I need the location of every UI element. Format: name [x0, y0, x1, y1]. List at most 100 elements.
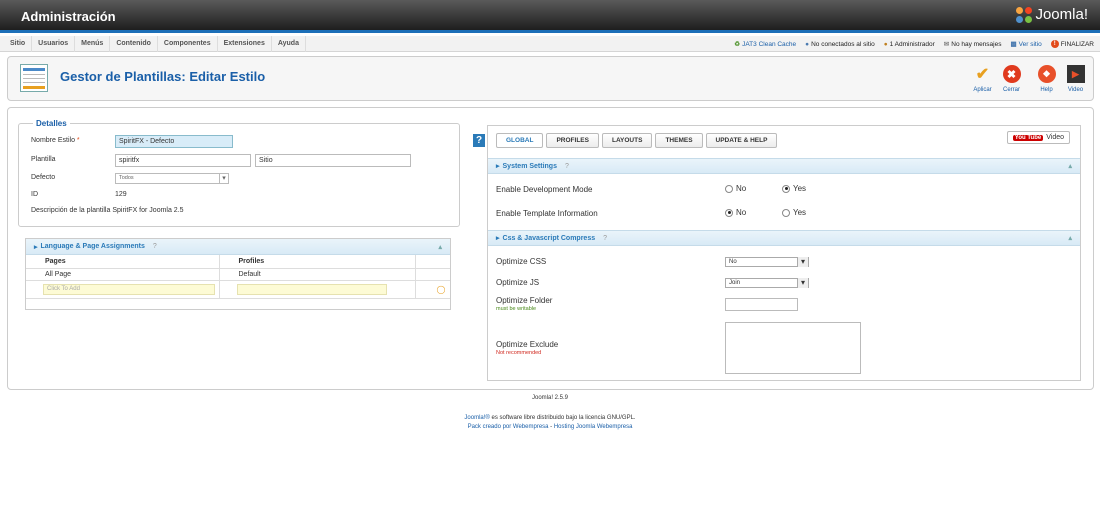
- joomla-logo[interactable]: Joomla!: [1016, 6, 1088, 23]
- id-value: 129: [115, 191, 127, 198]
- table-row: All Page Default: [26, 268, 450, 281]
- help-icon[interactable]: ?: [565, 163, 569, 170]
- template-input[interactable]: spiritfx: [115, 154, 251, 167]
- collapse-icon[interactable]: ▴: [1068, 162, 1072, 170]
- template-info-no[interactable]: No: [725, 208, 746, 217]
- column-header-actions: [415, 255, 450, 269]
- assignments-header[interactable]: ▸ Language & Page Assignments ? ▴: [26, 239, 450, 255]
- webempresa-pack-link[interactable]: Pack creado por Webempresa: [468, 424, 549, 430]
- help-question-button[interactable]: ?: [473, 134, 485, 147]
- caret-right-icon: ▸: [496, 163, 500, 170]
- help-icon[interactable]: ?: [153, 243, 157, 250]
- radio-icon: [782, 208, 790, 217]
- video-button[interactable]: ▶ Video: [1062, 62, 1089, 98]
- tab-themes[interactable]: THEMES: [655, 133, 703, 148]
- admin-header: Administración Joomla!: [0, 0, 1100, 33]
- table-header-row: Pages Profiles: [26, 255, 450, 269]
- optimize-js-select[interactable]: Join: [725, 278, 809, 288]
- dev-mode-yes[interactable]: Yes: [782, 184, 806, 193]
- assignments-title: Language & Page Assignments: [40, 243, 145, 250]
- menu-item-contenido[interactable]: Contenido: [110, 36, 158, 52]
- status-bar: ♻ JAT3 Clean Cache ● No conectados al siti…: [734, 36, 1094, 52]
- monitor-icon: ▩: [1010, 41, 1017, 48]
- main-menu: Sitio Usuarios Menús Contenido Component…: [4, 36, 306, 52]
- template-info-yes[interactable]: Yes: [782, 208, 806, 217]
- style-name-label: Nombre Estilo *: [31, 137, 80, 144]
- description-row: Descripción de la plantilla SpiritFX for…: [31, 207, 331, 214]
- required-mark: *: [76, 137, 80, 144]
- youtube-logo: You Tube: [1012, 134, 1044, 141]
- template-label: Plantilla: [31, 156, 56, 163]
- checkmark-icon: ✔: [975, 66, 990, 83]
- power-icon: !: [1050, 40, 1059, 48]
- collapse-icon[interactable]: ▴: [438, 243, 442, 251]
- admin-icon: ●: [883, 40, 888, 48]
- caret-right-icon: ▸: [34, 243, 38, 251]
- optimize-css-select[interactable]: No: [725, 257, 809, 267]
- page-toolbar: Gestor de Plantillas: Editar Estilo ✔ Ap…: [7, 56, 1094, 101]
- menu-item-menus[interactable]: Menús: [75, 36, 111, 52]
- tab-profiles[interactable]: PROFILES: [546, 133, 599, 148]
- collapse-icon[interactable]: ▴: [1068, 234, 1072, 242]
- help-icon[interactable]: ?: [603, 235, 607, 242]
- tab-global[interactable]: GLOBAL: [496, 133, 544, 148]
- system-settings-title: System Settings: [502, 162, 557, 170]
- template-client-input[interactable]: Sitio: [255, 154, 411, 167]
- youtube-video-button[interactable]: You Tube Video: [1006, 131, 1070, 144]
- add-profile-select[interactable]: [236, 283, 387, 295]
- optimize-js-label: Optimize JS: [496, 278, 540, 287]
- chevron-down-icon: ▾: [219, 174, 228, 183]
- folder-note: must be writable: [496, 306, 537, 312]
- messages-status[interactable]: ✉ No hay mensajes: [944, 40, 1002, 49]
- joomla-logo-icon: [1016, 6, 1033, 23]
- help-button[interactable]: ❖ Help: [1033, 62, 1060, 98]
- menu-item-componentes[interactable]: Componentes: [158, 36, 218, 52]
- logout-link[interactable]: ! FINALIZAR: [1050, 40, 1094, 48]
- template-manager-icon: [20, 64, 48, 92]
- caret-right-icon: ▸: [496, 235, 500, 242]
- add-row-icon[interactable]: ◯: [437, 285, 446, 294]
- menu-item-sitio[interactable]: Sitio: [4, 36, 33, 52]
- system-settings-section: ▸ System Settings ? ▴ Enable Development…: [488, 158, 1080, 230]
- default-select[interactable]: Todos ▾: [115, 173, 229, 184]
- menu-item-usuarios[interactable]: Usuarios: [32, 36, 76, 52]
- apply-button[interactable]: ✔ Aplicar: [969, 62, 996, 98]
- tab-update-help[interactable]: UPDATE & HELP: [705, 133, 778, 148]
- dev-mode-label: Enable Development Mode: [496, 185, 593, 194]
- params-tabs: GLOBAL PROFILES LAYOUTS THEMES UPDATE & …: [496, 133, 778, 148]
- toolbar-buttons: ✔ Aplicar ✖ Cerrar ❖ Help ▶ Video: [969, 62, 1089, 98]
- joomla-link[interactable]: Joomla!®: [464, 415, 489, 421]
- id-label: ID: [31, 191, 38, 198]
- users-icon: ●: [805, 40, 810, 48]
- template-params-panel: GLOBAL PROFILES LAYOUTS THEMES UPDATE & …: [487, 125, 1081, 381]
- radio-icon: [725, 184, 733, 193]
- dev-mode-no[interactable]: No: [725, 184, 746, 193]
- row-page: All Page: [26, 268, 220, 281]
- optimize-folder-input[interactable]: [725, 298, 798, 311]
- style-name-input[interactable]: SpiritFX - Defecto: [115, 135, 233, 148]
- add-page-input[interactable]: Click To Add: [43, 283, 215, 295]
- column-header-pages: Pages: [26, 255, 220, 269]
- system-settings-header[interactable]: ▸ System Settings ? ▴: [488, 158, 1080, 174]
- joomla-logo-text: Joomla!: [1035, 6, 1088, 23]
- view-site-link[interactable]: ▩ Ver sitio: [1010, 40, 1041, 49]
- menu-item-extensiones[interactable]: Extensiones: [218, 36, 272, 52]
- clean-cache-link[interactable]: ♻ JAT3 Clean Cache: [734, 40, 796, 49]
- assignments-panel: ▸ Language & Page Assignments ? ▴ Pages …: [25, 238, 451, 310]
- radio-checked-icon: [782, 184, 790, 193]
- compress-header[interactable]: ▸ Css & Javascript Compress ? ▴: [488, 230, 1080, 246]
- row-profile: Default: [219, 268, 416, 281]
- webempresa-hosting-link[interactable]: Hosting Joomla Webempresa: [554, 424, 633, 430]
- radio-checked-icon: [725, 208, 733, 217]
- description-label: Descripción de la plantilla: [31, 207, 111, 214]
- close-button[interactable]: ✖ Cerrar: [998, 62, 1025, 98]
- optimize-css-label: Optimize CSS: [496, 257, 547, 266]
- description-value: SpiritFX for Joomla 2.5: [112, 207, 184, 214]
- tab-layouts[interactable]: LAYOUTS: [601, 133, 653, 148]
- optimize-exclude-textarea[interactable]: [725, 322, 861, 374]
- cache-icon: ♻: [734, 41, 741, 48]
- menu-item-ayuda[interactable]: Ayuda: [272, 36, 306, 52]
- optimize-exclude-label: Optimize Exclude Not recommended: [496, 340, 559, 356]
- admin-menubar: Sitio Usuarios Menús Contenido Component…: [0, 36, 1100, 52]
- compress-title: Css & Javascript Compress: [502, 234, 596, 242]
